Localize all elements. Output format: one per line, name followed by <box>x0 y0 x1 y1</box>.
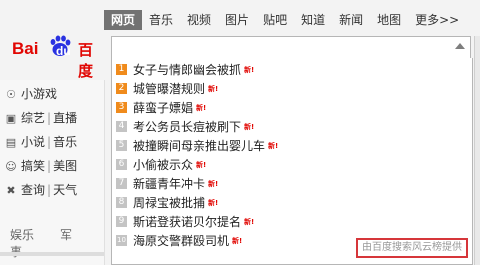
sidebar-item-funny[interactable]: ☺ 搞笑 | 美图 <box>4 156 77 176</box>
new-badge: 新! <box>268 142 279 150</box>
nav-tab-video[interactable]: 视频 <box>180 10 218 30</box>
sidebar-item-games[interactable]: ☉ 小游戏 <box>4 84 57 104</box>
suggestion-item[interactable]: 8 周禄宝被批捕 新! <box>116 194 218 213</box>
collapse-arrow-icon[interactable] <box>455 43 465 49</box>
sidebar-label[interactable]: 音乐 <box>53 135 77 149</box>
book-icon: ▤ <box>5 136 17 149</box>
rank-badge: 9 <box>116 216 127 227</box>
suggestion-text[interactable]: 周禄宝被批捕 <box>133 196 205 210</box>
new-badge: 新! <box>196 161 207 169</box>
rank-badge: 8 <box>116 197 127 208</box>
attribution-label[interactable]: 由百度搜索风云榜提供 <box>356 238 468 258</box>
rank-badge: 3 <box>116 102 127 113</box>
nav-tab-more[interactable]: 更多>> <box>408 10 466 30</box>
sidebar-label[interactable]: 查询 <box>21 183 45 197</box>
rank-badge: 7 <box>116 178 127 189</box>
suggestion-text[interactable]: 女子与情郎幽会被抓 <box>133 63 241 77</box>
suggestion-item[interactable]: 7 新疆青年冲卡 新! <box>116 175 218 194</box>
logo-text-bai: Bai <box>12 39 39 58</box>
sidebar-divider <box>0 252 104 256</box>
new-badge: 新! <box>208 85 219 93</box>
divider: | <box>47 111 52 125</box>
nav-tab-images[interactable]: 图片 <box>218 10 256 30</box>
sidebar-label[interactable]: 搞笑 <box>21 159 45 173</box>
logo-text-baidu-cn: 百度 <box>78 41 94 80</box>
suggestion-item[interactable]: 1 女子与情郎幽会被抓 新! <box>116 61 254 80</box>
suggestion-text[interactable]: 考公务员长痘被刷下 <box>133 120 241 134</box>
top-bar: 网页 音乐 视频 图片 贴吧 知道 新闻 地图 更多>> <box>0 0 480 36</box>
suggestion-item[interactable]: 9 斯诺登获诺贝尔提名 新! <box>116 213 254 232</box>
rank-badge: 4 <box>116 121 127 132</box>
suggestion-text[interactable]: 新疆青年冲卡 <box>133 177 205 191</box>
sidebar-label[interactable]: 天气 <box>53 183 77 197</box>
rank-badge: 6 <box>116 159 127 170</box>
nav-tab-tieba[interactable]: 贴吧 <box>256 10 294 30</box>
sidebar-item-novel[interactable]: ▤ 小说 | 音乐 <box>4 132 77 152</box>
tab-entertainment[interactable]: 娱乐 <box>10 228 34 242</box>
suggestion-text[interactable]: 被撞瞬间母亲推出婴儿车 <box>133 139 265 153</box>
nav-tab-web[interactable]: 网页 <box>104 10 143 30</box>
search-input[interactable] <box>111 36 471 60</box>
rank-badge: 2 <box>116 83 127 94</box>
suggestion-item[interactable]: 6 小偷被示众 新! <box>116 156 206 175</box>
baidu-logo[interactable]: Bai du 百度 <box>12 35 102 80</box>
sidebar-item-query[interactable]: ✖ 查询 | 天气 <box>4 180 77 200</box>
sidebar-item-variety[interactable]: ▣ 综艺 | 直播 <box>4 108 77 128</box>
sidebar: ☉小游戏 ▣综艺|直播 ▤小说|音乐 ☺搞笑|美图 ✖查询|天气 娱乐军事 <box>0 80 105 265</box>
rank-badge: 1 <box>116 64 127 75</box>
new-badge: 新! <box>196 104 207 112</box>
tools-icon: ✖ <box>6 184 16 197</box>
suggestion-dropdown: 1 女子与情郎幽会被抓 新! 2 城管曝潜规则 新! 3 薛蛮子嫖娼 新! 4 考公务员长痘被… <box>111 58 473 265</box>
rank-badge: 10 <box>116 235 127 246</box>
suggestion-item[interactable]: 3 薛蛮子嫖娼 新! <box>116 99 206 118</box>
suggestion-text[interactable]: 小偷被示众 <box>133 158 193 172</box>
logo-text-du: du <box>56 44 71 58</box>
suggestion-text[interactable]: 海原交警群殴司机 <box>133 234 229 248</box>
new-badge: 新! <box>208 180 219 188</box>
sidebar-label[interactable]: 小说 <box>21 135 45 149</box>
smile-icon: ☺ <box>5 160 17 173</box>
suggestion-text[interactable]: 斯诺登获诺贝尔提名 <box>133 215 241 229</box>
new-badge: 新! <box>244 218 255 226</box>
divider: | <box>47 159 52 173</box>
new-badge: 新! <box>244 66 255 74</box>
sidebar-label[interactable]: 直播 <box>53 111 77 125</box>
divider: | <box>47 183 52 197</box>
sidebar-label[interactable]: 美图 <box>53 159 77 173</box>
suggestion-item[interactable]: 5 被撞瞬间母亲推出婴儿车 新! <box>116 137 278 156</box>
nav-tab-music[interactable]: 音乐 <box>142 10 180 30</box>
new-badge: 新! <box>232 237 243 245</box>
category-nav: 网页 音乐 视频 图片 贴吧 知道 新闻 地图 更多>> <box>104 10 466 30</box>
divider: | <box>47 135 52 149</box>
search-button-edge[interactable] <box>474 36 480 265</box>
suggestion-item[interactable]: 10 海原交警群殴司机 新! <box>116 232 242 251</box>
nav-tab-map[interactable]: 地图 <box>370 10 408 30</box>
gamepad-icon: ☉ <box>6 88 16 101</box>
sidebar-label[interactable]: 综艺 <box>21 111 45 125</box>
new-badge: 新! <box>244 123 255 131</box>
new-badge: 新! <box>208 199 219 207</box>
suggestion-text[interactable]: 城管曝潜规则 <box>133 82 205 96</box>
suggestion-item[interactable]: 4 考公务员长痘被刷下 新! <box>116 118 254 137</box>
rank-badge: 5 <box>116 140 127 151</box>
sidebar-label[interactable]: 小游戏 <box>21 87 57 101</box>
suggestion-text[interactable]: 薛蛮子嫖娼 <box>133 101 193 115</box>
nav-tab-news[interactable]: 新闻 <box>332 10 370 30</box>
nav-tab-zhidao[interactable]: 知道 <box>294 10 332 30</box>
tv-icon: ▣ <box>5 112 17 125</box>
suggestion-item[interactable]: 2 城管曝潜规则 新! <box>116 80 218 99</box>
